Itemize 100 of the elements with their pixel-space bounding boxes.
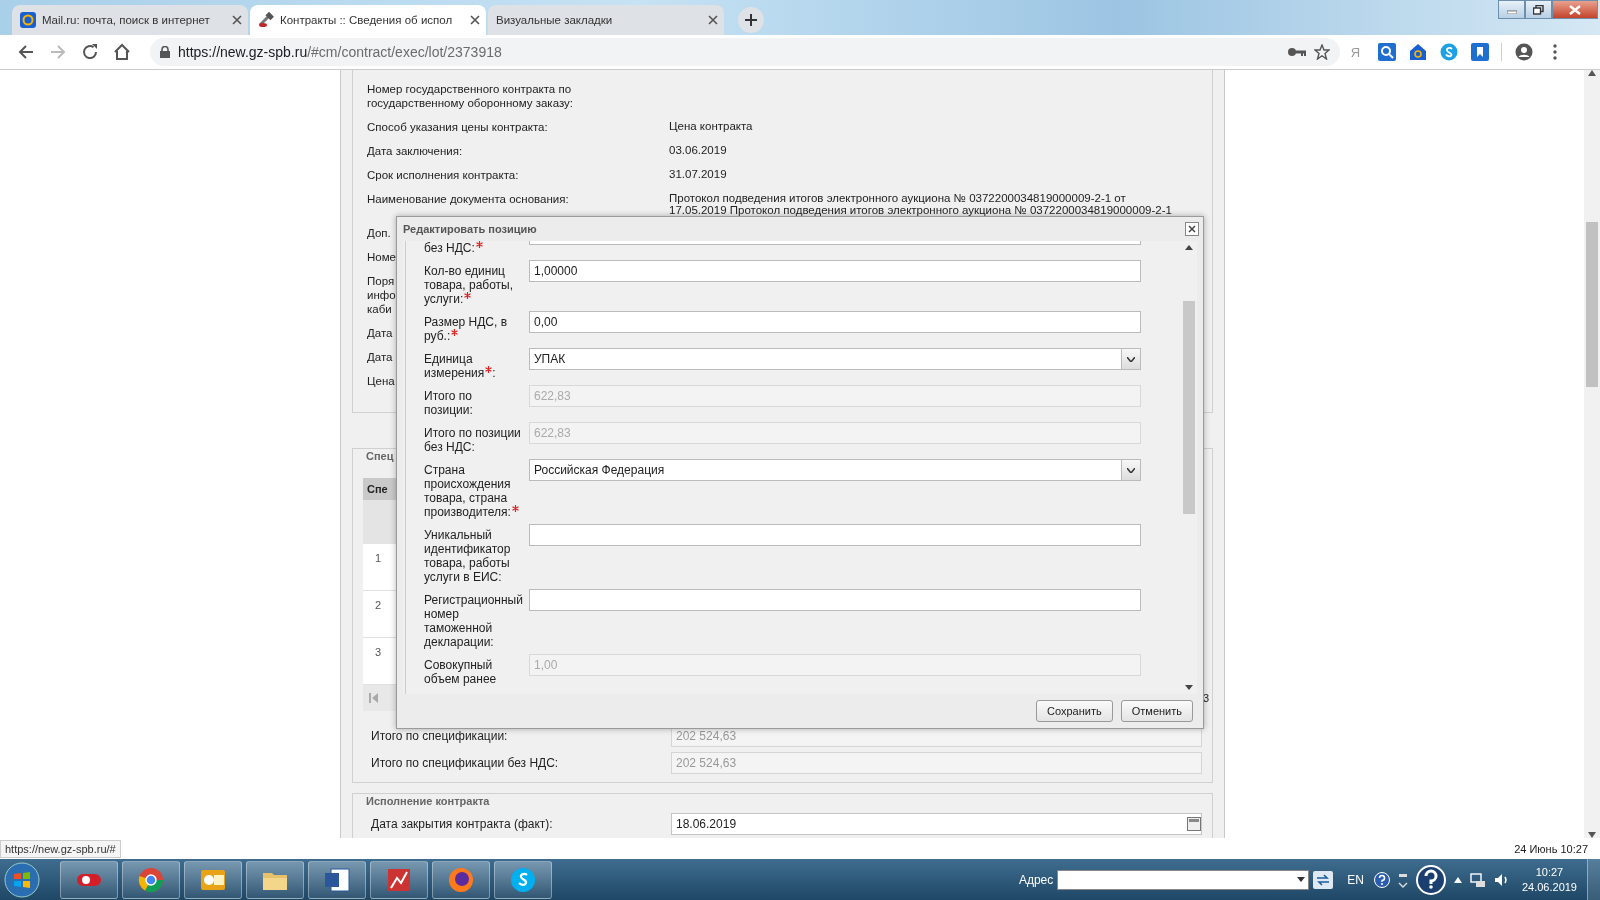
field-label: без НДС: [424, 241, 483, 255]
row-number: 1 [375, 552, 382, 564]
restore-icon [1533, 4, 1544, 15]
taskbar-button[interactable] [494, 860, 552, 899]
scroll-thumb[interactable] [1586, 221, 1598, 387]
taskbar-button[interactable] [122, 860, 180, 899]
reload-icon [81, 43, 99, 61]
field-label: Дата [367, 327, 393, 339]
disabled-field: 202 524,63 [671, 752, 1202, 774]
field-label: Наименование документа основания: [367, 193, 569, 205]
scrollbar[interactable] [1584, 70, 1600, 838]
start-orb-icon[interactable] [4, 861, 40, 898]
close-icon [1569, 4, 1581, 15]
star-icon[interactable] [1314, 44, 1330, 60]
network-icon[interactable] [1469, 871, 1486, 888]
close-icon [1188, 225, 1196, 233]
scroll-thumb[interactable] [1183, 301, 1195, 514]
chat-icon [509, 865, 537, 894]
field-value: 03.06.2019 [669, 144, 728, 158]
field-label: Дата [367, 351, 393, 363]
input-field[interactable] [529, 589, 1141, 611]
dialog-button[interactable]: Сохранить [1036, 700, 1113, 722]
chevron-down-icon [1127, 467, 1135, 473]
date-field[interactable]: 18.06.2019 [671, 813, 1202, 835]
dialog-button[interactable]: Отменить [1120, 700, 1193, 722]
field-label: Уникальный идентификатор товара, работы услуги в ЕИС: [424, 528, 511, 584]
browser-tab[interactable]: Mail.ru: почта, поиск в интернет [12, 5, 248, 35]
field-label: Страна происхождения товара, страна производителя: [424, 463, 519, 519]
field-label: Итого по позиции без НДС: [424, 426, 521, 454]
row-number: 2 [375, 599, 382, 611]
plus-icon [745, 14, 757, 26]
at-sign-icon [20, 12, 36, 28]
status-url: https://new.gz-spb.ru/# [0, 839, 121, 858]
input-field[interactable] [529, 524, 1141, 546]
home-icon [113, 43, 131, 61]
taskbar-button[interactable] [370, 860, 428, 899]
input-field[interactable]: 1,00000 [529, 260, 1141, 282]
new-tab-button[interactable] [738, 7, 764, 33]
disabled-field: 622,83 [529, 385, 1141, 407]
restore-button[interactable] [1525, 0, 1552, 19]
section-legend: Исполнение контракта [363, 795, 493, 807]
disabled-field: 1,00 [529, 654, 1141, 676]
field-label: Размер НДС, в руб.: [424, 315, 508, 343]
scroll-up-icon[interactable] [1185, 245, 1193, 250]
ime-icon[interactable] [1397, 871, 1408, 888]
field-value: 31.07.2019 [669, 168, 728, 182]
close-icon[interactable] [470, 15, 480, 25]
calendar-icon[interactable] [1187, 817, 1201, 831]
forward-icon [49, 43, 67, 61]
wheel-icon [137, 865, 165, 894]
language-indicator[interactable]: EN [1347, 872, 1364, 887]
close-icon[interactable] [708, 15, 718, 25]
taskbar-button[interactable] [184, 860, 242, 899]
taskbar-button[interactable] [246, 860, 304, 899]
field-label: Доп. [367, 227, 391, 239]
disabled-field: 622,83 [529, 422, 1141, 444]
field-label: Регистрационный номер таможенной декларации: [424, 593, 523, 649]
lock-icon [160, 46, 170, 58]
field-label: Номе [367, 251, 396, 263]
page-count: 3 [1202, 692, 1209, 704]
clock-date: 24.06.2019 [1521, 879, 1577, 895]
help-icon[interactable] [1415, 864, 1446, 895]
field-label: Единица измерения : [424, 352, 496, 380]
close-icon[interactable] [232, 15, 242, 25]
dropdown-field[interactable]: УПАК [529, 348, 1141, 370]
s-badge-icon[interactable] [1439, 43, 1458, 61]
address-combobox[interactable] [1057, 869, 1310, 890]
field-label: Срок исполнения контракта: [367, 169, 519, 181]
browser-tab[interactable]: Визуальные закладки [488, 5, 724, 35]
field-label: Поря инфо каби [367, 275, 396, 315]
bookmark-icon[interactable] [1470, 43, 1489, 61]
show-desktop-button[interactable] [1587, 859, 1600, 900]
row-number: 3 [375, 646, 382, 658]
go-icon[interactable] [1313, 870, 1334, 889]
back-icon [17, 43, 35, 61]
close-button[interactable] [1552, 0, 1598, 19]
taskbar-button[interactable] [308, 860, 366, 899]
browser-tab[interactable]: Контракты :: Сведения об испол [250, 5, 486, 35]
field-label: Способ указания цены контракта: [367, 121, 548, 133]
key-icon[interactable] [1288, 47, 1306, 57]
field-value: Протокол подведения итогов электронного аукциона № 0372200034819000009-2-1 от 17.05.2019 Протокол подведения итогов электронного аукциона № 0372200034819000009-2-1 [669, 192, 1173, 216]
caret-up-icon[interactable] [1453, 876, 1462, 883]
globe-icon [447, 865, 475, 894]
field-label: Кол-во единиц товара, работы, услуги: [424, 264, 514, 306]
field-label: Итого по спецификации без НДС: [371, 756, 560, 770]
taskbar-button[interactable] [432, 860, 490, 899]
input-field[interactable]: 0,00 [529, 311, 1141, 333]
scroll-up-icon[interactable] [1588, 70, 1596, 76]
field-label: Номер государственного контракта по государственному оборонному заказу: [367, 83, 573, 109]
profile-icon[interactable] [1514, 43, 1533, 61]
close-button[interactable] [1185, 222, 1199, 236]
house-icon[interactable] [1408, 43, 1427, 61]
help-icon[interactable] [1373, 871, 1390, 888]
document-icon [323, 865, 351, 894]
hammer-icon [258, 12, 274, 28]
dialog-title: Редактировать позицию [403, 223, 537, 235]
search-icon[interactable] [1377, 43, 1396, 61]
field-label: Цена [367, 375, 395, 387]
taskbar-button[interactable] [60, 860, 118, 899]
dropdown-field[interactable]: Российская Федерация [529, 459, 1141, 481]
